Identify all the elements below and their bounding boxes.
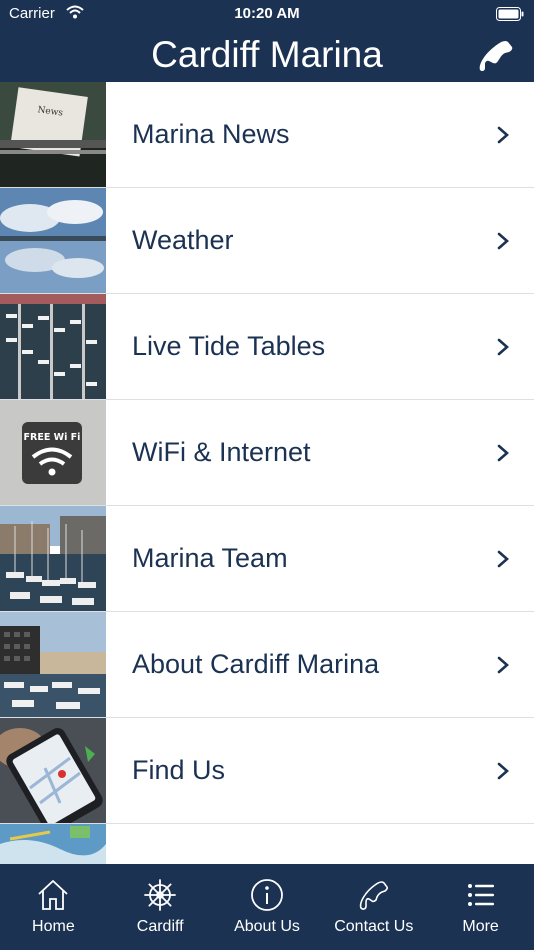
phone-icon <box>359 881 388 910</box>
menu-item-label: Marina News <box>132 119 290 149</box>
tab-contact-us[interactable]: Contact Us <box>320 864 427 950</box>
menu-item-label: WiFi & Internet <box>132 437 311 467</box>
battery-icon <box>496 7 524 21</box>
chevron-right-icon <box>497 338 509 356</box>
tab-label: About Us <box>234 918 300 935</box>
status-bar: Carrier 10:20 AM <box>0 0 534 28</box>
page-title: Cardiff Marina <box>151 34 383 75</box>
clock: 10:20 AM <box>234 5 300 22</box>
tab-label: Cardiff <box>136 918 184 935</box>
info-icon <box>251 879 283 911</box>
menu-item-label: About Cardiff Marina <box>132 649 380 679</box>
nav-header: Carrier 10:20 AM Cardiff Marina <box>0 0 534 82</box>
menu-item-map[interactable] <box>0 824 534 864</box>
menu-item-live-tide-tables[interactable]: Live Tide Tables <box>0 294 534 400</box>
map-photo <box>0 824 106 864</box>
menu-item-marina-team[interactable]: Marina Team <box>0 506 534 612</box>
menu-item-about-cardiff-marina[interactable]: About Cardiff Marina <box>0 612 534 718</box>
tab-cardiff[interactable]: Cardiff <box>107 864 214 950</box>
tab-label: Home <box>32 918 75 935</box>
chevron-right-icon <box>497 444 509 462</box>
wifi-sign-text: FREE Wi Fi <box>24 432 81 443</box>
phone-icon[interactable] <box>476 38 516 74</box>
menu-item-label: Find Us <box>132 755 226 785</box>
phone-map-photo <box>0 718 106 823</box>
menu-item-wifi-internet[interactable]: FREE Wi Fi WiFi & Internet <box>0 400 534 506</box>
menu-item-marina-news[interactable]: News Marina News <box>0 82 534 188</box>
menu-list: News Marina News Weather Live Tide Table… <box>0 82 534 864</box>
tab-bar: Home Cardiff About Us Contact Us More <box>0 864 534 950</box>
menu-item-weather[interactable]: Weather <box>0 188 534 294</box>
tab-more[interactable]: More <box>427 864 534 950</box>
chevron-right-icon <box>497 656 509 674</box>
more-list-icon <box>467 884 494 906</box>
menu-item-label: Marina Team <box>132 543 288 573</box>
chevron-right-icon <box>497 762 509 780</box>
tab-label: Contact Us <box>334 918 414 935</box>
ship-wheel-icon <box>144 879 177 911</box>
typewriter-news-photo: News <box>0 82 106 187</box>
chevron-right-icon <box>497 232 509 250</box>
free-wifi-sign-photo: FREE Wi Fi <box>0 400 106 505</box>
menu-item-find-us[interactable]: Find Us <box>0 718 534 824</box>
tab-about-us[interactable]: About Us <box>214 864 321 950</box>
boats-harbour-photo <box>0 506 106 611</box>
chevron-right-icon <box>497 126 509 144</box>
tab-home[interactable]: Home <box>0 864 107 950</box>
sky-reflection-photo <box>0 188 106 293</box>
menu-item-label: Live Tide Tables <box>132 331 326 361</box>
chevron-right-icon <box>497 550 509 568</box>
marina-buildings-photo <box>0 612 106 717</box>
home-icon <box>38 880 69 910</box>
marina-aerial-photo <box>0 294 106 399</box>
menu-item-label: Weather <box>132 225 234 255</box>
tab-label: More <box>462 918 499 935</box>
